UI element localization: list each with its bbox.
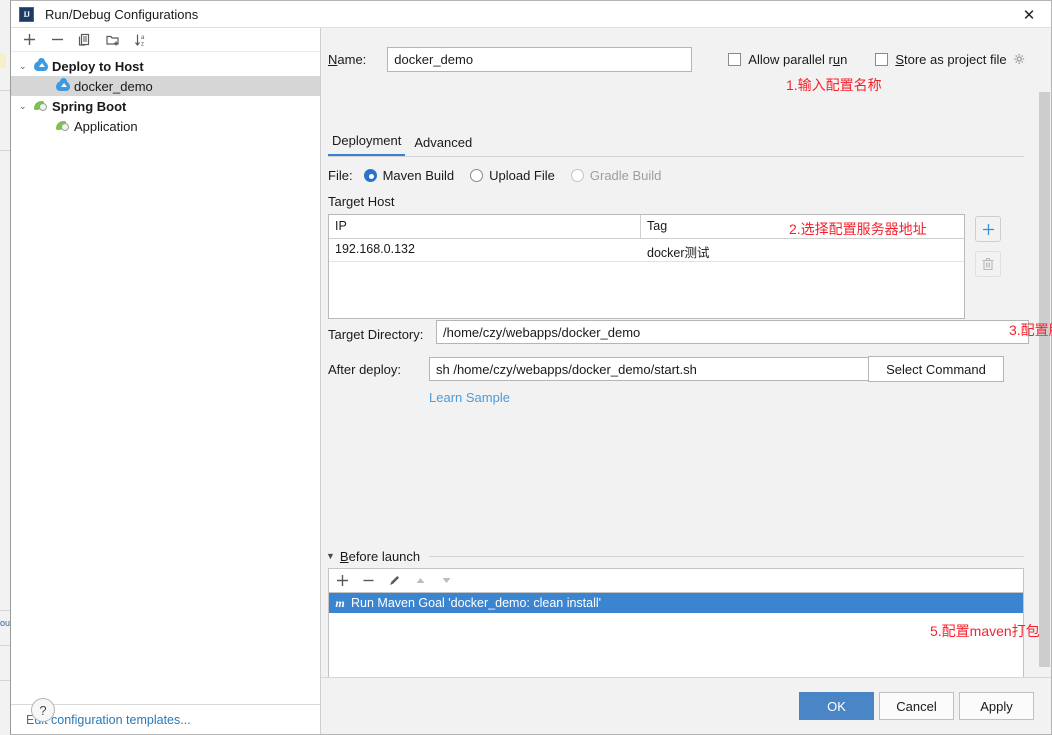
svg-text:z: z <box>141 41 144 47</box>
intellij-idea-icon: IJ <box>19 6 34 22</box>
remove-configuration-button[interactable] <box>49 32 65 48</box>
spring-boot-icon <box>33 98 49 114</box>
before-launch-header[interactable]: ▼ Before launch <box>326 548 1024 564</box>
allow-parallel-run-checkbox[interactable]: Allow parallel run <box>728 52 847 67</box>
checkbox-box <box>728 52 742 66</box>
after-deploy-input[interactable]: sh /home/czy/webapps/docker_demo/start.s… <box>429 357 869 381</box>
store-as-project-file-checkbox[interactable]: Store as project file <box>875 52 1025 67</box>
tab-advanced[interactable]: Advanced <box>410 135 476 156</box>
table-row[interactable]: 192.168.0.132 docker测试 <box>329 239 964 262</box>
tree-item-label: docker_demo <box>74 78 153 94</box>
file-label: File: <box>328 168 353 183</box>
column-header-tag: Tag <box>647 219 668 233</box>
before-launch-list[interactable]: m Run Maven Goal 'docker_demo: clean ins… <box>328 592 1024 687</box>
configurations-sidebar: az ⌄ Deploy to Host docker_demo ⌄ Spring Boo… <box>11 28 321 734</box>
maven-icon: m <box>335 595 345 610</box>
radio-upload-file-label: Upload File <box>489 168 555 183</box>
copy-configuration-button[interactable] <box>77 32 93 48</box>
background-window: ou <box>0 0 10 735</box>
window-title: Run/Debug Configurations <box>45 6 199 22</box>
tree-item-application[interactable]: Application <box>11 116 320 136</box>
gear-icon[interactable] <box>1013 53 1026 66</box>
target-host-label: Target Host <box>328 194 395 209</box>
run-debug-configurations-dialog: IJ Run/Debug Configurations ✕ a z ⌄ Depl… <box>10 0 1052 735</box>
help-button[interactable]: ? <box>31 698 55 722</box>
sort-configurations-button[interactable]: az <box>133 32 149 48</box>
spring-boot-icon <box>55 118 71 134</box>
tree-item-deploy-to-host[interactable]: ⌄ Deploy to Host <box>11 56 320 76</box>
select-command-button[interactable]: Select Command <box>868 356 1004 382</box>
name-input[interactable]: docker_demo <box>387 46 693 72</box>
scrollbar-thumb[interactable] <box>1039 92 1050 667</box>
delete-host-button <box>975 251 1001 277</box>
cancel-button[interactable]: Cancel <box>879 692 954 720</box>
tab-deployment[interactable]: Deployment <box>328 133 406 156</box>
chevron-down-icon[interactable]: ⌄ <box>19 61 33 72</box>
close-icon[interactable]: ✕ <box>1007 1 1051 28</box>
add-host-button[interactable] <box>975 216 1001 242</box>
target-directory-label: Target Directory: <box>328 327 424 342</box>
move-down-button <box>440 574 453 587</box>
configuration-editor-panel: Name: docker_demo Allow parallel run Sto… <box>321 28 1052 734</box>
name-row: Name: docker_demo Allow parallel run Sto… <box>328 46 1037 72</box>
tabs-underline <box>328 156 1024 157</box>
radio-maven-build[interactable] <box>363 169 377 182</box>
store-as-project-file-label: Store as project file <box>895 51 1007 67</box>
radio-upload-file[interactable] <box>470 169 484 182</box>
radio-gradle-build <box>570 169 584 182</box>
editor-tabs: Deployment Advanced <box>328 133 476 156</box>
file-option-row: File: Maven Build Upload File Gradle Bui… <box>328 168 677 183</box>
tree-item-label: Spring Boot <box>52 98 127 114</box>
add-configuration-button[interactable] <box>21 32 37 48</box>
tree-item-label: Application <box>74 118 138 134</box>
sidebar-toolbar: az <box>11 28 320 52</box>
dialog-button-bar: OK Cancel Apply <box>321 678 1051 734</box>
learn-sample-link[interactable]: Learn Sample <box>429 390 510 405</box>
edit-templates-row: Edit configuration templates... <box>11 704 320 734</box>
ok-button[interactable]: OK <box>799 692 874 720</box>
cloud-upload-icon <box>33 58 49 74</box>
chevron-down-icon[interactable]: ▼ <box>326 551 335 561</box>
tree-item-docker-demo[interactable]: docker_demo <box>11 76 320 96</box>
list-item[interactable]: m Run Maven Goal 'docker_demo: clean ins… <box>329 593 1023 613</box>
vertical-scrollbar[interactable] <box>1038 32 1051 678</box>
header-rule <box>429 555 1024 557</box>
list-item-label: Run Maven Goal 'docker_demo: clean insta… <box>351 596 602 610</box>
remove-task-button[interactable] <box>362 574 375 587</box>
after-deploy-label: After deploy: <box>328 362 401 377</box>
background-tab-label: ou <box>0 618 11 628</box>
tree-item-label: Deploy to Host <box>52 58 144 74</box>
radio-maven-build-label: Maven Build <box>382 168 455 183</box>
allow-parallel-run-label: Allow parallel run <box>748 51 848 67</box>
svg-text:a: a <box>141 35 145 41</box>
before-launch-toolbar <box>328 568 1024 592</box>
cell-ip: 192.168.0.132 <box>335 242 415 256</box>
tree-item-spring-boot[interactable]: ⌄ Spring Boot <box>11 96 320 116</box>
target-host-table[interactable]: IP Tag 192.168.0.132 docker测试 <box>328 214 965 319</box>
cell-tag: docker测试 <box>647 246 710 260</box>
add-task-button[interactable] <box>336 574 349 587</box>
annotation-1: 1.输入配置名称 <box>786 77 882 93</box>
before-launch-title: Before launch <box>339 548 421 564</box>
move-up-button <box>414 574 427 587</box>
checkbox-box <box>875 52 889 66</box>
name-label: Name: <box>328 51 367 67</box>
apply-button[interactable]: Apply <box>959 692 1034 720</box>
configurations-tree[interactable]: ⌄ Deploy to Host docker_demo ⌄ Spring Boot Ap… <box>11 52 320 704</box>
edit-task-button[interactable] <box>388 574 401 587</box>
chevron-down-icon[interactable]: ⌄ <box>19 101 33 112</box>
new-folder-button[interactable] <box>105 32 121 48</box>
target-directory-input[interactable]: /home/czy/webapps/docker_demo <box>436 320 1029 344</box>
title-bar: IJ Run/Debug Configurations ✕ <box>11 1 1051 28</box>
table-header: IP Tag <box>329 215 964 239</box>
cloud-upload-icon <box>55 78 71 94</box>
column-header-ip: IP <box>329 215 641 238</box>
radio-gradle-build-label: Gradle Build <box>589 168 662 183</box>
